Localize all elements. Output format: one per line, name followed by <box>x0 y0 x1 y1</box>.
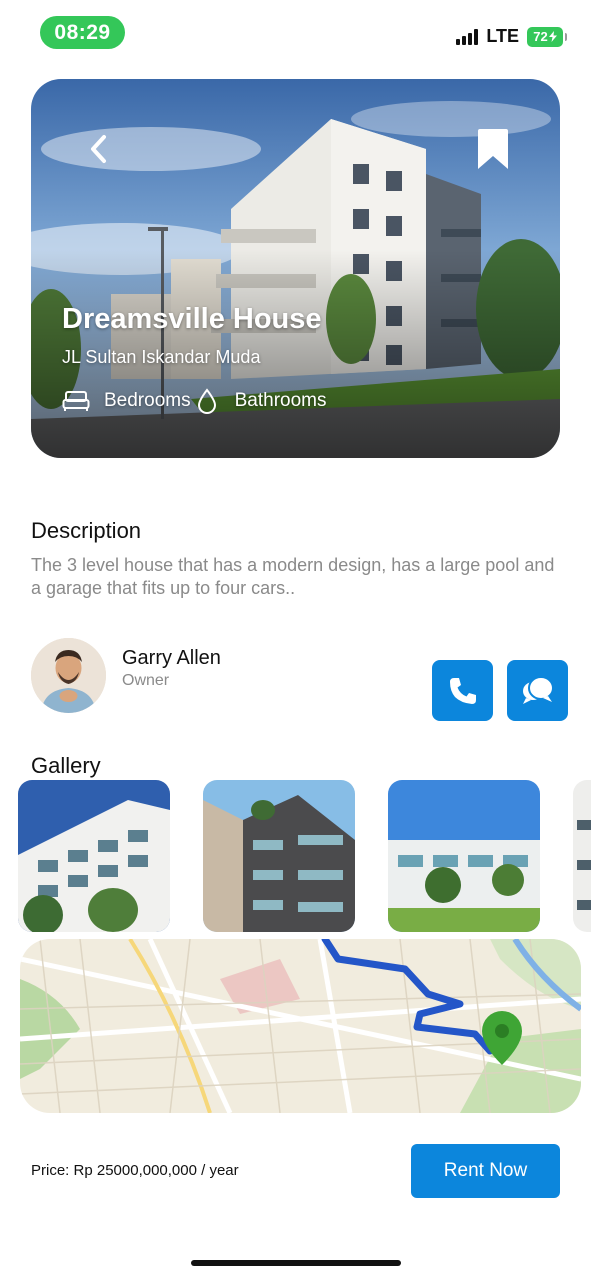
bed-icon <box>62 391 90 411</box>
rent-now-button[interactable]: Rent Now <box>411 1144 560 1198</box>
chevron-left-icon <box>91 135 106 163</box>
location-map[interactable] <box>20 939 581 1113</box>
gallery-image-4[interactable] <box>573 780 591 932</box>
feature-bathrooms: Bathrooms <box>197 388 327 414</box>
water-drop-icon <box>197 388 216 414</box>
phone-icon <box>449 677 476 704</box>
gallery-image-3[interactable] <box>388 780 540 932</box>
bookmark-button[interactable] <box>478 129 508 169</box>
hero-card: Dreamsville House JL Sultan Iskandar Mud… <box>31 79 560 458</box>
owner-role: Owner <box>122 672 170 689</box>
feature-bathrooms-label: Bathrooms <box>234 390 327 411</box>
status-time: 08:29 <box>40 16 125 49</box>
back-button[interactable] <box>83 129 113 169</box>
property-features: Bedrooms Bathrooms <box>62 388 326 414</box>
status-indicators: LTE 72 <box>456 26 567 47</box>
description-heading: Description <box>31 518 142 543</box>
home-indicator <box>191 1260 401 1266</box>
battery-level: 72 <box>533 29 548 44</box>
gallery-heading: Gallery <box>31 753 101 778</box>
chat-icon <box>522 675 554 704</box>
network-type: LTE <box>486 26 519 46</box>
feature-bedrooms-label: Bedrooms <box>104 390 191 411</box>
property-address: JL Sultan Iskandar Muda <box>62 347 261 367</box>
call-button[interactable] <box>432 660 493 721</box>
gallery-image-2[interactable] <box>203 780 355 932</box>
owner-name: Garry Allen <box>122 647 221 669</box>
owner-avatar <box>31 638 106 713</box>
chat-button[interactable] <box>507 660 568 721</box>
map-route <box>20 939 581 1113</box>
description-text: The 3 level house that has a modern desi… <box>31 555 555 598</box>
signal-icon <box>456 28 479 45</box>
gallery-image-1[interactable] <box>18 780 170 932</box>
battery-icon: 72 <box>527 26 567 47</box>
property-name: Dreamsville House <box>62 303 322 335</box>
feature-bedrooms: Bedrooms <box>62 390 191 412</box>
bookmark-icon <box>478 129 508 169</box>
price-text: Price: Rp 25000,000,000 / year <box>31 1162 239 1179</box>
